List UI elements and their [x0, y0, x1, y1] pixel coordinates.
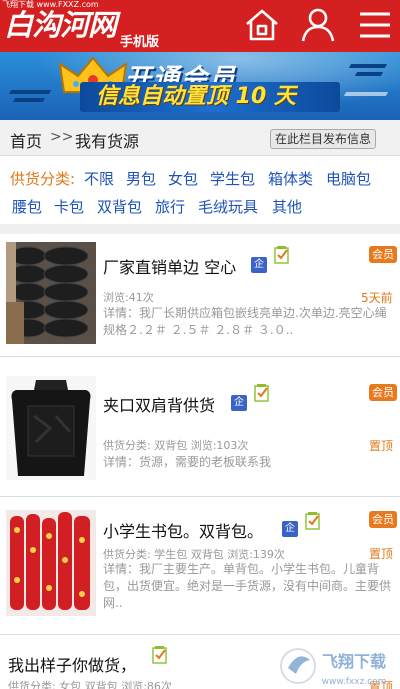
- certified-icon: [152, 646, 167, 664]
- section-divider: [0, 224, 400, 234]
- row-divider: [0, 356, 400, 357]
- category-link[interactable]: 双背包: [97, 196, 142, 217]
- pinned-tag: 置顶: [369, 439, 394, 453]
- category-link[interactable]: 其他: [272, 196, 302, 217]
- watermark-logo-url: www.fxxz.com: [322, 677, 387, 687]
- list-item[interactable]: 小学生书包。双背包。 企 会员 供货分类: 学生包 双背包 浏览:139次 置顶…: [0, 504, 400, 634]
- certified-icon: [274, 246, 289, 264]
- member-badge: 会员: [369, 384, 397, 401]
- listing-detail: 详情：我厂长期供应箱包嵌线亮单边.次单边.亮空心绳规格２.２＃ ２.５＃ ２.８…: [103, 306, 387, 337]
- product-thumbnail[interactable]: [6, 242, 96, 344]
- category-filter: 供货分类: 不限 男包 女包 学生包 箱体类 电脑包 腰包 卡包 双背包 旅行 …: [0, 156, 400, 224]
- breadcrumb: 首页 >> 我有货源 在此栏目发布信息: [0, 120, 400, 156]
- listing-detail: 详情：货源，需要的老板联系我: [103, 455, 272, 469]
- site-logo[interactable]: 白沟河网: [4, 9, 117, 41]
- category-link[interactable]: 不限: [84, 168, 114, 189]
- category-link[interactable]: 箱体类: [268, 168, 313, 189]
- certified-icon: [254, 384, 269, 402]
- watermark-logo: 飞翔下载 www.fxxz.com: [278, 644, 393, 689]
- publish-button[interactable]: 在此栏目发布信息: [270, 129, 377, 149]
- listing-detail: 详情：我厂主要生产。单背包。小学生书包。儿童背包，出货便宜。绝对是一手货源，没有…: [103, 562, 392, 610]
- pinned-tag: 置顶: [369, 547, 394, 561]
- category-label: 供货分类:: [10, 170, 76, 188]
- app-header: 飞翔下载 www.FXXZ.com 白沟河网 手机版: [0, 0, 400, 52]
- category-link[interactable]: 毛绒玩具: [198, 196, 258, 217]
- row-divider: [0, 634, 400, 635]
- category-link[interactable]: 学生包: [210, 168, 255, 189]
- logo-subtitle: 手机版: [120, 35, 160, 50]
- user-icon[interactable]: [299, 6, 337, 44]
- list-item[interactable]: 夹口双肩背供货 企 会员 供货分类: 双背包 浏览:103次 置顶 详情：货源，…: [0, 364, 400, 496]
- enterprise-badge: 企: [231, 395, 247, 411]
- promo-banner[interactable]: 开通会员 信息自动置顶 10 天: [0, 52, 400, 120]
- listing-meta: 供货分类: 学生包 双背包 浏览:139次: [103, 548, 285, 561]
- member-badge: 会员: [369, 511, 397, 528]
- listing-meta: 浏览:41次: [103, 291, 154, 304]
- breadcrumb-separator: >>: [50, 129, 74, 145]
- menu-icon[interactable]: [356, 6, 394, 44]
- row-divider: [0, 496, 400, 497]
- breadcrumb-home-link[interactable]: 首页: [10, 128, 42, 152]
- listing-meta: 供货分类: 女包 双背包 浏览:86次: [8, 680, 172, 689]
- category-link[interactable]: 电脑包: [326, 168, 371, 189]
- product-thumbnail[interactable]: [6, 376, 96, 480]
- category-link[interactable]: 女包: [168, 168, 198, 189]
- category-link[interactable]: 卡包: [54, 196, 84, 217]
- listing-title[interactable]: 厂家直销单边 空心: [103, 254, 236, 278]
- member-badge: 会员: [369, 246, 397, 263]
- watermark-logo-text: 飞翔下载: [322, 652, 386, 671]
- listing-time: 5天前: [361, 291, 393, 305]
- listing-meta: 供货分类: 双背包 浏览:103次: [103, 439, 249, 452]
- enterprise-badge: 企: [282, 521, 298, 537]
- category-link[interactable]: 男包: [126, 168, 156, 189]
- category-link[interactable]: 旅行: [155, 196, 185, 217]
- listing-title[interactable]: 我出样子你做货，: [8, 652, 136, 676]
- list-item[interactable]: 厂家直销单边 空心 企 会员 浏览:41次 5天前 详情：我厂长期供应箱包嵌线亮…: [0, 234, 400, 356]
- banner-subline: 信息自动置顶 10 天: [96, 84, 296, 109]
- listing-title[interactable]: 夹口双肩背供货: [103, 392, 215, 416]
- product-thumbnail[interactable]: [6, 510, 96, 616]
- certified-icon: [305, 512, 320, 530]
- category-link[interactable]: 腰包: [12, 196, 42, 217]
- home-icon[interactable]: [243, 6, 281, 44]
- breadcrumb-current: 我有货源: [75, 132, 140, 151]
- enterprise-badge: 企: [251, 257, 267, 273]
- listing-title[interactable]: 小学生书包。双背包。: [103, 518, 263, 542]
